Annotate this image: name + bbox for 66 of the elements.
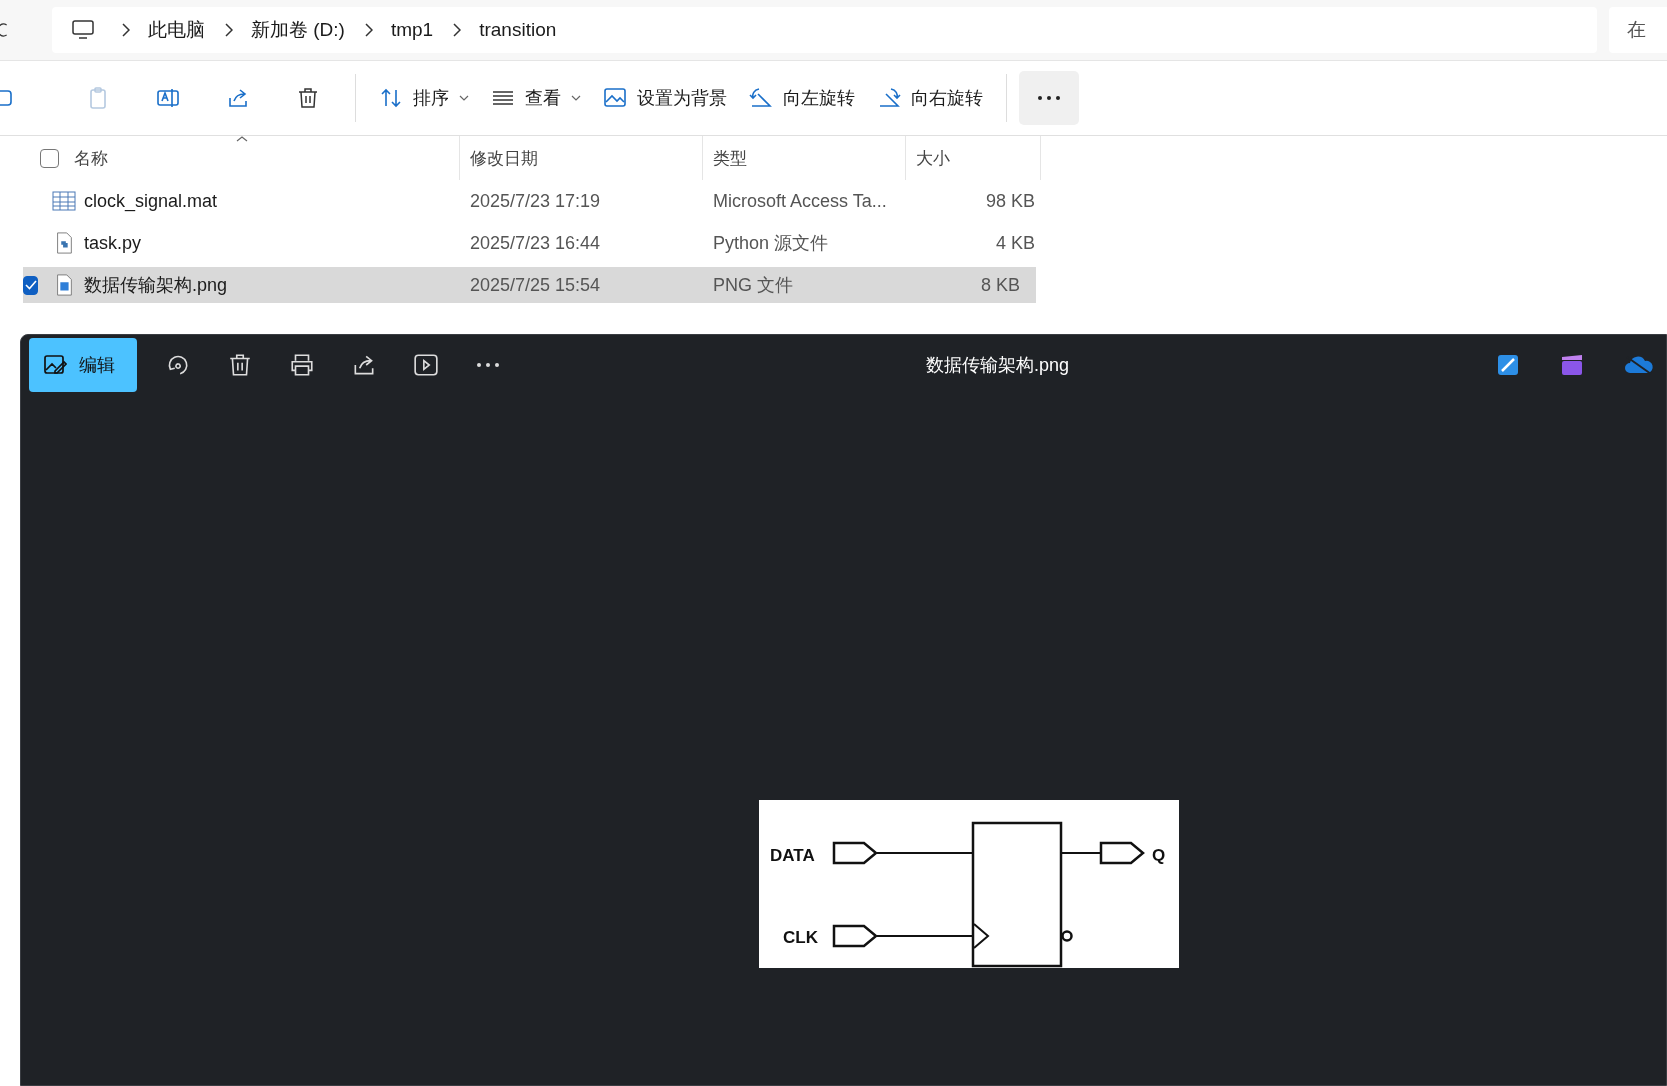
output-port-icon — [1099, 841, 1145, 865]
breadcrumb[interactable]: 此电脑 — [148, 17, 205, 43]
wire — [1061, 852, 1101, 854]
column-header[interactable]: 修改日期 — [470, 146, 538, 170]
input-port-icon — [832, 841, 878, 865]
select-all-checkbox[interactable] — [40, 148, 59, 168]
file-type: PNG 文件 — [713, 275, 793, 295]
breadcrumb[interactable]: transition — [479, 19, 557, 41]
input-label: CLK — [783, 928, 818, 947]
chevron-icon — [225, 23, 233, 37]
file-row[interactable]: 数据传输架构.png 2025/7/25 15:54 PNG 文件 8 KB — [23, 267, 1036, 303]
breadcrumb[interactable]: 新加卷 (D:) — [251, 17, 345, 43]
photo-app-icon[interactable] — [1496, 353, 1520, 377]
toolbar-button[interactable]: 设置为背景 — [592, 80, 738, 116]
column-header[interactable]: 类型 — [713, 146, 747, 170]
trash-icon[interactable] — [296, 86, 320, 110]
rotate-left-icon — [749, 86, 773, 110]
clapper-icon[interactable] — [1560, 353, 1584, 377]
column-header[interactable]: 名称 — [74, 146, 108, 170]
clock-input-marker — [973, 923, 990, 949]
table-file-icon — [52, 190, 76, 212]
sort-icon — [379, 86, 403, 110]
file-date: 2025/7/23 16:44 — [470, 232, 601, 253]
address-bar[interactable]: 此电脑 新加卷 (D:) tmp1 transition — [52, 7, 1597, 53]
more-icon — [1037, 95, 1061, 101]
trash-icon[interactable] — [227, 352, 253, 378]
toolbar-button[interactable]: 排序 — [368, 80, 480, 116]
toolbar-button[interactable]: 向右旋转 — [866, 80, 994, 116]
file-type: Python 源文件 — [713, 233, 829, 253]
edit-image-icon — [43, 353, 67, 377]
output-label: Q — [1152, 846, 1166, 865]
computer-icon — [72, 20, 94, 40]
input-port-icon — [832, 924, 878, 948]
file-name: task.py — [84, 232, 142, 254]
file-row[interactable]: clock_signal.mat 2025/7/23 17:19 Microsoft Access Ta... 98 KB — [0, 183, 1041, 219]
file-row[interactable]: task.py 2025/7/23 16:44 Python 源文件 4 KB — [0, 225, 1041, 261]
chevron-icon — [364, 23, 373, 37]
chevron-icon — [453, 23, 462, 37]
print-icon[interactable] — [289, 352, 315, 378]
chevron-icon — [122, 23, 130, 37]
file-type: Microsoft Access Ta... — [713, 190, 887, 211]
file-date: 2025/7/23 17:19 — [470, 190, 601, 211]
sort-caret-icon — [236, 136, 248, 142]
input-label: DATA — [770, 846, 815, 865]
cloud-icon[interactable] — [1624, 355, 1654, 375]
file-size: 8 KB — [980, 274, 1020, 295]
toolbar-button[interactable]: 查看 — [480, 80, 592, 116]
edit-button[interactable]: 编辑 — [29, 338, 137, 392]
file-date: 2025/7/25 15:54 — [470, 274, 601, 295]
more-icon[interactable] — [475, 362, 501, 368]
slideshow-icon[interactable] — [413, 352, 439, 378]
row-checkbox[interactable] — [23, 275, 38, 295]
file-size: 98 KB — [985, 190, 1035, 211]
rotate-right-icon — [877, 86, 901, 110]
search-field[interactable]: 在 — [1609, 7, 1667, 53]
breadcrumb[interactable]: tmp1 — [390, 19, 434, 41]
toolbar-button[interactable]: 向左旋转 — [738, 80, 866, 116]
inverted-output-bubble — [1061, 930, 1073, 942]
file-name: 数据传输架构.png — [84, 274, 228, 297]
refresh-icon[interactable] — [0, 20, 10, 40]
rename-icon[interactable] — [156, 86, 180, 110]
picture-icon — [603, 86, 627, 110]
image-title: 数据传输架构.png — [925, 355, 1069, 375]
file-name: clock_signal.mat — [84, 190, 218, 212]
column-header[interactable]: 大小 — [916, 146, 950, 170]
file-size: 4 KB — [995, 232, 1035, 253]
